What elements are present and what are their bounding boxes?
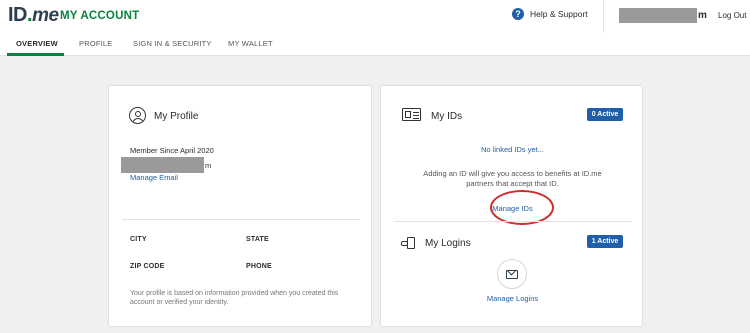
logins-active-badge: 1 Active	[587, 235, 623, 248]
city-label: CITY	[130, 236, 147, 243]
profile-note: Your profile is based on information pro…	[130, 290, 339, 306]
account-nav: OVERVIEW PROFILE SIGN IN & SECURITY MY W…	[0, 33, 750, 56]
page-title: MY ACCOUNT	[60, 10, 140, 22]
logo-me-text: me	[32, 5, 59, 26]
member-since: Member Since April 2020	[130, 146, 214, 155]
manage-logins-link[interactable]: Manage Logins	[381, 294, 644, 303]
top-header: ID.me MY ACCOUNT ? Help & Support m Log …	[0, 0, 750, 33]
manage-email-link[interactable]: Manage Email	[130, 173, 178, 182]
login-device-icon	[401, 237, 416, 249]
profile-card: My Profile Member Since April 2020 m Man…	[108, 85, 372, 327]
ids-divider	[394, 221, 632, 222]
user-icon	[129, 107, 146, 124]
redacted-email	[121, 157, 204, 173]
email-login-icon	[497, 259, 527, 289]
username-suffix: m	[698, 10, 707, 21]
tab-sign-in-security[interactable]: SIGN IN & SECURITY	[133, 39, 212, 48]
my-logins-title: My Logins	[425, 238, 471, 249]
ids-info-text: Adding an ID will give you access to ben…	[423, 169, 602, 188]
tab-profile[interactable]: PROFILE	[79, 39, 113, 48]
logout-link[interactable]: Log Out	[718, 11, 746, 20]
profile-title: My Profile	[154, 111, 199, 122]
profile-divider	[122, 219, 360, 220]
email-suffix: m	[205, 161, 212, 170]
my-ids-title: My IDs	[431, 111, 463, 122]
header-divider	[603, 0, 604, 33]
tab-my-wallet[interactable]: MY WALLET	[228, 39, 273, 48]
zip-code-label: ZIP CODE	[130, 263, 165, 270]
redacted-username	[619, 8, 697, 23]
no-linked-ids-link[interactable]: No linked IDs yet...	[381, 145, 644, 154]
envelope-icon	[506, 269, 518, 279]
manage-ids-highlight	[490, 190, 554, 225]
tab-overview[interactable]: OVERVIEW	[16, 39, 58, 48]
help-support-link[interactable]: ? Help & Support	[512, 8, 588, 20]
state-label: STATE	[246, 236, 269, 243]
phone-label: PHONE	[246, 263, 272, 270]
help-support-label: Help & Support	[530, 9, 588, 19]
ids-card: My IDs 0 Active No linked IDs yet... Add…	[380, 85, 643, 327]
question-icon: ?	[512, 8, 524, 20]
logo-id-text: ID	[8, 4, 28, 26]
id-card-icon	[402, 108, 421, 121]
ids-active-badge: 0 Active	[587, 108, 623, 121]
idme-logo[interactable]: ID.me	[8, 4, 59, 27]
active-tab-indicator	[7, 53, 64, 56]
